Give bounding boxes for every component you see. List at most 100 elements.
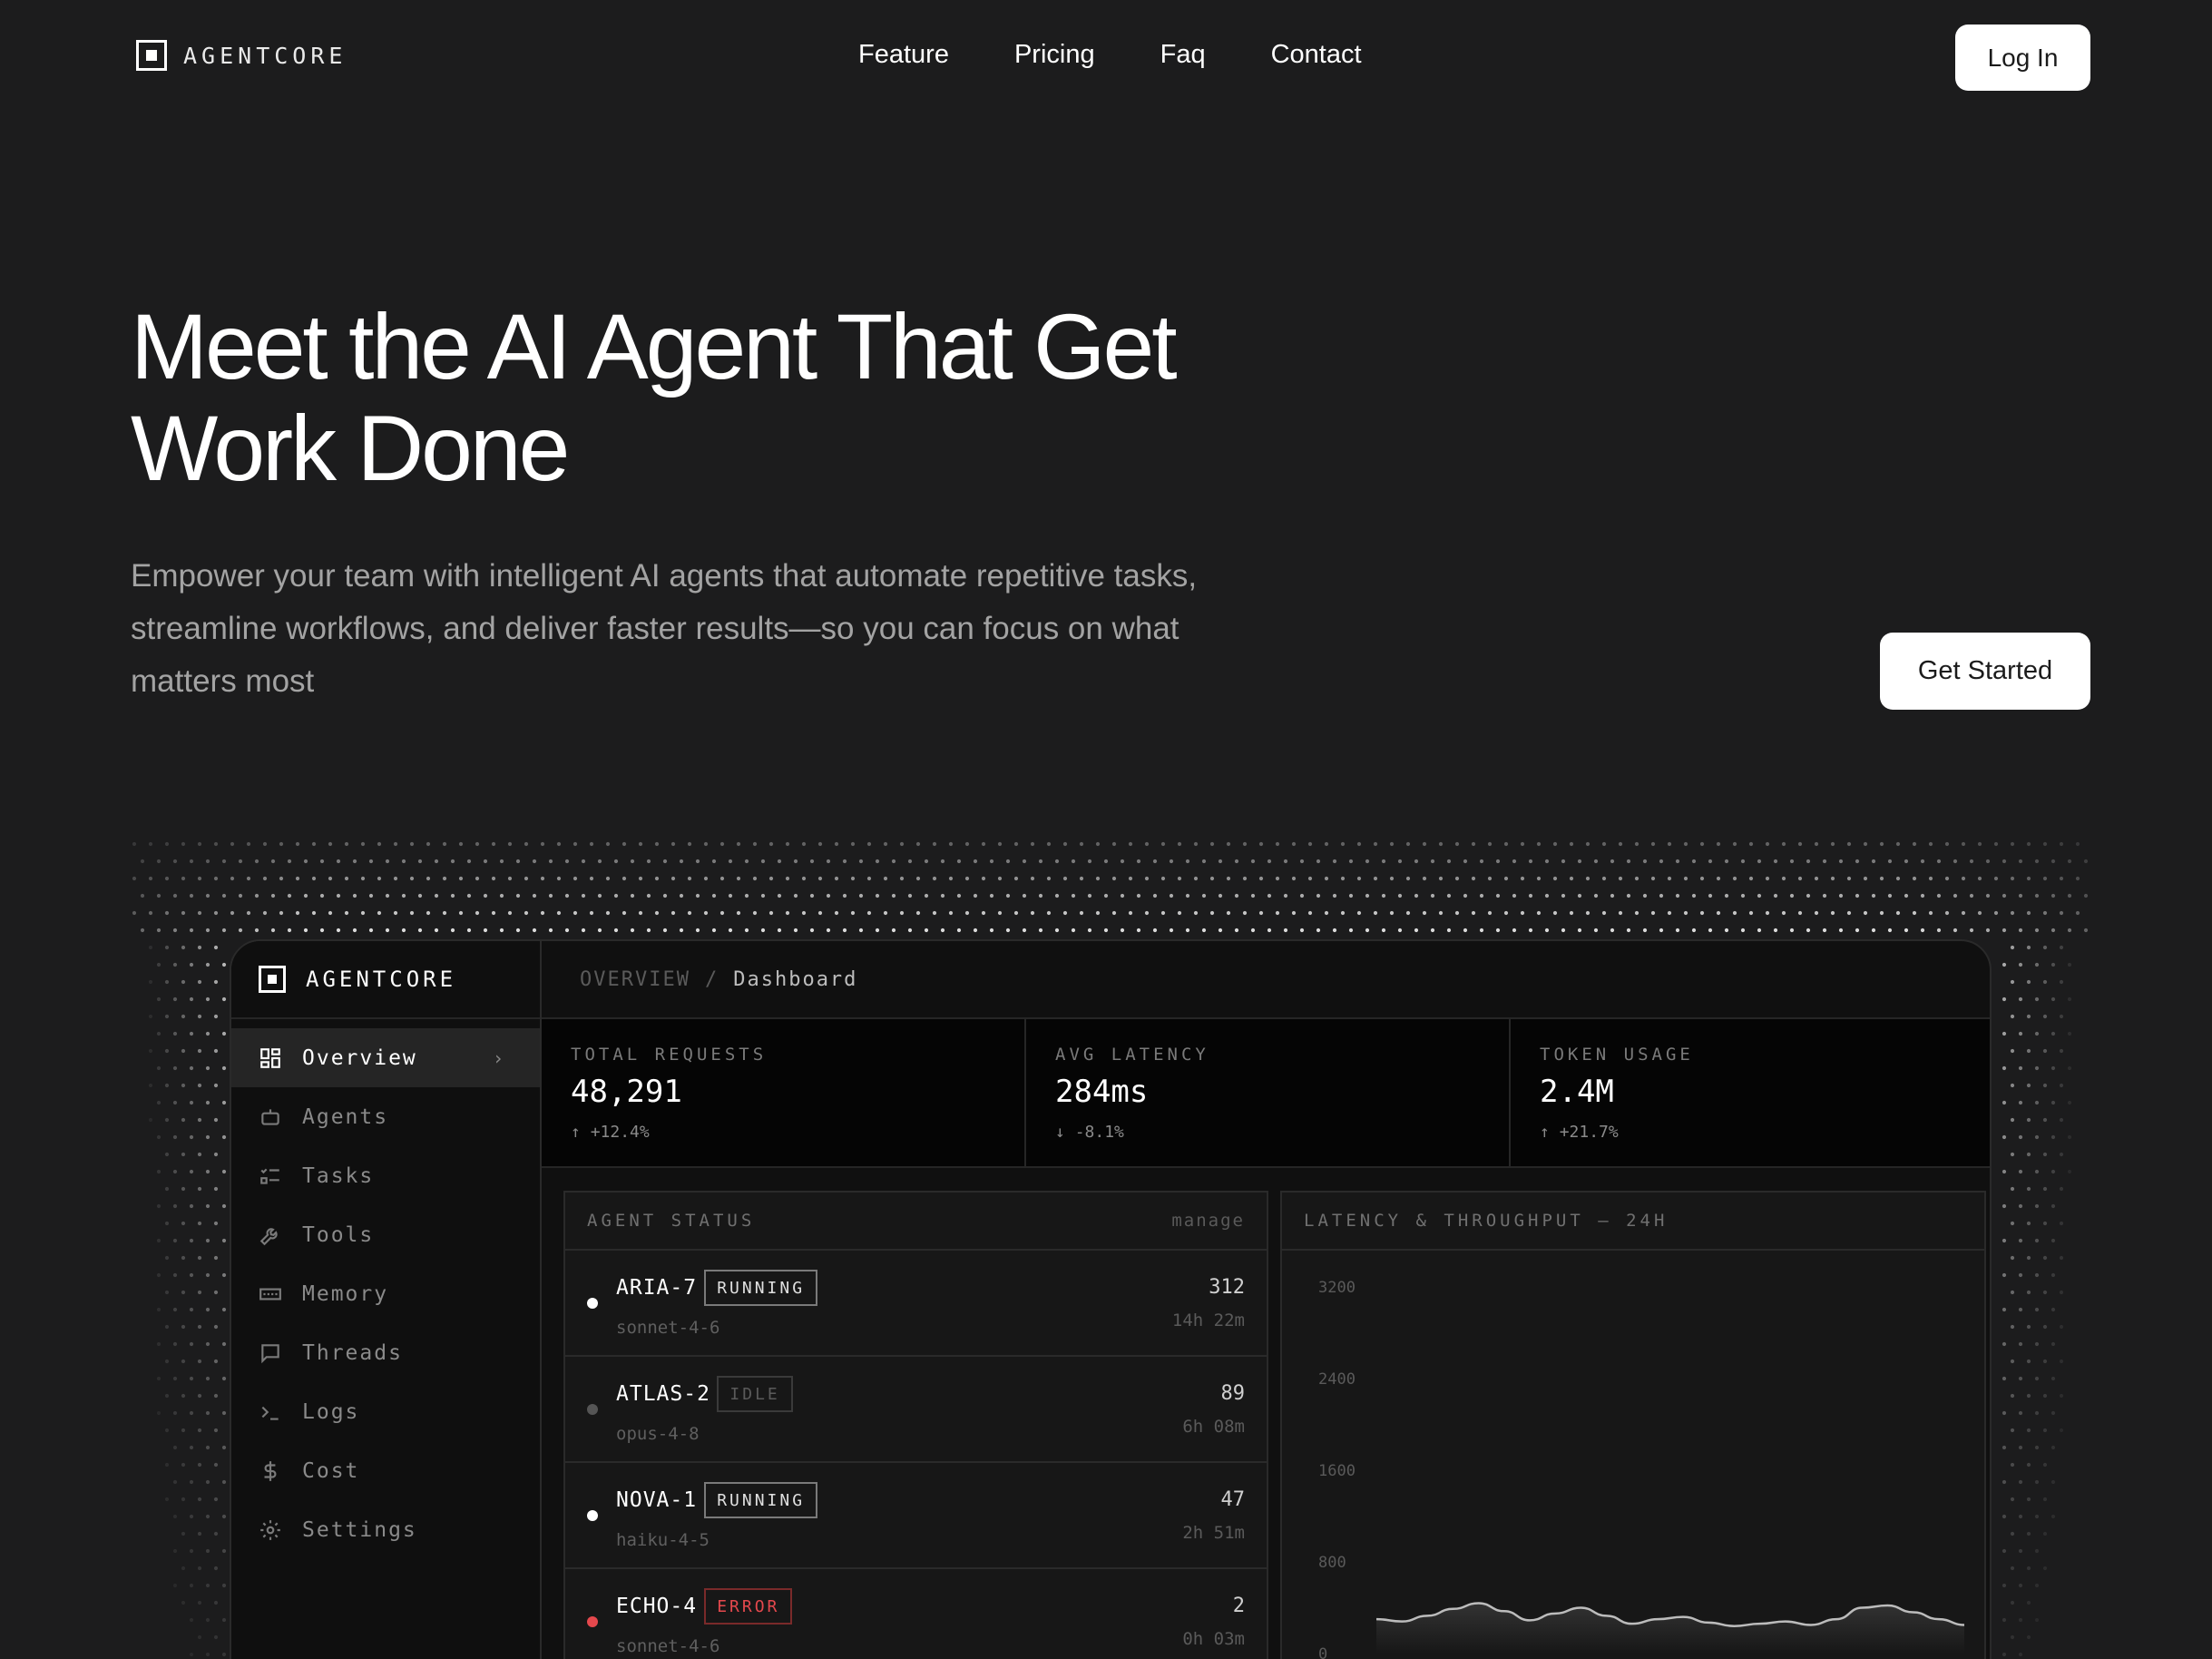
stat-value: 284ms <box>1055 1074 1149 1110</box>
arrow-up-icon: ↑ <box>571 1123 581 1142</box>
agent-model: opus-4-8 <box>616 1424 700 1444</box>
agent-task-count: 47 <box>1220 1488 1246 1511</box>
sidebar-item-cost[interactable]: Cost <box>231 1441 540 1500</box>
sidebar-item-threads[interactable]: Threads <box>231 1323 540 1382</box>
agent-model: sonnet-4-6 <box>616 1318 720 1338</box>
status-badge: ERROR <box>704 1588 793 1625</box>
login-button[interactable]: Log In <box>1955 25 2090 91</box>
breadcrumb-current: Dashboard <box>733 967 858 991</box>
agent-row[interactable]: ATLAS-2 IDLE opus-4-8 89 6h 08m <box>565 1357 1267 1463</box>
terminal-icon <box>261 1406 279 1420</box>
agent-model: haiku-4-5 <box>616 1530 710 1550</box>
sidebar-item-logs[interactable]: Logs <box>231 1382 540 1441</box>
agent-row[interactable]: NOVA-1 RUNNING haiku-4-5 47 2h 51m <box>565 1463 1267 1569</box>
stat-delta-value: -8.1% <box>1074 1123 1124 1142</box>
status-dot-icon <box>587 1616 598 1627</box>
nav-links: Feature Pricing Faq Contact <box>858 40 1362 70</box>
status-dot-icon <box>587 1404 598 1415</box>
y-tick-label: 2400 <box>1318 1370 1356 1389</box>
stat-value: 2.4M <box>1540 1074 1614 1110</box>
latency-throughput-chart: 3200 2400 1600 800 0 <box>1318 1279 1965 1659</box>
brand-logo[interactable]: AGENTCORE <box>136 40 347 71</box>
stat-delta: ↓ -8.1% <box>1055 1123 1509 1142</box>
dollar-icon <box>264 1460 277 1481</box>
sidebar-item-label: Logs <box>302 1399 360 1424</box>
agent-model: sonnet-4-6 <box>616 1636 720 1656</box>
gear-icon <box>260 1519 280 1540</box>
dashboard-preview: AGENTCORE Overview › Agents Tasks Tools … <box>230 939 1992 1659</box>
agent-task-count: 2 <box>1232 1595 1245 1617</box>
sidebar-item-overview[interactable]: Overview › <box>231 1028 540 1087</box>
panel-header: LATENCY & THROUGHPUT — 24H <box>1282 1193 1984 1251</box>
sidebar-item-label: Tools <box>302 1222 375 1247</box>
top-nav: AGENTCORE Feature Pricing Faq Contact Lo… <box>0 0 2212 114</box>
y-tick-label: 3200 <box>1318 1279 1356 1297</box>
agent-list: ARIA-7 RUNNING sonnet-4-6 312 14h 22m ATLAS-2… <box>565 1251 1267 1659</box>
agent-uptime: 14h 22m <box>1171 1311 1245 1330</box>
stat-delta: ↑ +21.7% <box>1540 1123 1990 1142</box>
sidebar-item-label: Agents <box>302 1104 389 1129</box>
agent-status-panel: AGENT STATUS manage ARIA-7 RUNNING sonnet-… <box>563 1191 1268 1659</box>
agent-uptime: 0h 03m <box>1182 1629 1245 1649</box>
get-started-button[interactable]: Get Started <box>1880 633 2090 710</box>
stat-label: TOKEN USAGE <box>1540 1045 1694 1065</box>
y-tick-label: 1600 <box>1318 1462 1356 1480</box>
breadcrumb-separator: / <box>704 967 719 991</box>
sidebar-item-label: Cost <box>302 1458 360 1483</box>
agent-row[interactable]: ECHO-4 ERROR sonnet-4-6 2 0h 03m <box>565 1569 1267 1659</box>
dashboard-main: OVERVIEW / Dashboard TOTAL REQUESTS 48,2… <box>542 941 1990 1659</box>
agent-row[interactable]: ARIA-7 RUNNING sonnet-4-6 312 14h 22m <box>565 1251 1267 1357</box>
sidebar-item-label: Threads <box>302 1340 403 1365</box>
agent-name: ECHO-4 <box>616 1595 698 1618</box>
chat-bubble-icon <box>261 1343 279 1363</box>
sidebar-item-memory[interactable]: Memory <box>231 1264 540 1323</box>
robot-icon <box>261 1108 279 1125</box>
wrench-icon <box>259 1227 278 1245</box>
agent-uptime: 6h 08m <box>1182 1417 1245 1437</box>
logo-square-icon <box>259 966 286 993</box>
status-badge: RUNNING <box>704 1270 818 1306</box>
nav-link-contact[interactable]: Contact <box>1271 40 1362 70</box>
breadcrumb-section[interactable]: OVERVIEW <box>580 968 690 991</box>
chevron-right-icon: › <box>492 1046 505 1069</box>
hero-title-line-2: Work Done <box>131 397 570 500</box>
y-tick-label: 0 <box>1318 1645 1327 1659</box>
stat-label: AVG LATENCY <box>1055 1045 1209 1065</box>
series-area <box>1376 1603 1964 1654</box>
breadcrumb: OVERVIEW / Dashboard <box>542 941 1990 1019</box>
arrow-down-icon: ↓ <box>1055 1123 1065 1142</box>
nav-link-pricing[interactable]: Pricing <box>1014 40 1095 70</box>
sidebar-item-label: Tasks <box>302 1163 375 1188</box>
sidebar-brand[interactable]: AGENTCORE <box>231 941 540 1019</box>
agent-name: ATLAS-2 <box>616 1382 710 1406</box>
memory-chip-icon <box>259 1288 281 1300</box>
latency-chart-panel: LATENCY & THROUGHPUT — 24H 3200 2400 1600 8… <box>1280 1191 1986 1659</box>
sidebar-item-label: Settings <box>302 1517 417 1542</box>
nav-link-faq[interactable]: Faq <box>1160 40 1206 70</box>
agent-task-count: 312 <box>1209 1276 1245 1299</box>
sidebar-item-tasks[interactable]: Tasks <box>231 1146 540 1205</box>
hero-title: Meet the AI Agent That Get Work Done <box>131 296 1310 499</box>
stats-row: TOTAL REQUESTS 48,291 ↑ +12.4% AVG LATEN… <box>542 1019 1990 1168</box>
agent-task-count: 89 <box>1220 1382 1246 1405</box>
status-badge: RUNNING <box>704 1482 818 1518</box>
sidebar-item-label: Overview <box>302 1045 417 1070</box>
brand-name: AGENTCORE <box>183 42 347 69</box>
manage-link[interactable]: manage <box>1171 1211 1245 1231</box>
logo-square-icon <box>136 40 167 71</box>
sidebar-item-settings[interactable]: Settings <box>231 1500 540 1559</box>
agent-uptime: 2h 51m <box>1182 1523 1245 1543</box>
sidebar-item-label: Memory <box>302 1281 389 1306</box>
sidebar-brand-name: AGENTCORE <box>306 967 457 992</box>
stat-token-usage: TOKEN USAGE 2.4M ↑ +21.7% <box>1511 1019 1990 1166</box>
stat-delta-value: +21.7% <box>1559 1123 1619 1142</box>
panel-header: AGENT STATUS manage <box>565 1193 1267 1251</box>
sidebar-item-agents[interactable]: Agents <box>231 1087 540 1146</box>
stat-label: TOTAL REQUESTS <box>571 1045 768 1065</box>
status-dot-icon <box>587 1298 598 1309</box>
arrow-up-icon: ↑ <box>1540 1123 1550 1142</box>
sidebar: AGENTCORE Overview › Agents Tasks Tools … <box>231 941 542 1659</box>
hero-subtitle: Empower your team with intelligent AI ag… <box>131 558 1198 699</box>
nav-link-feature[interactable]: Feature <box>858 40 949 70</box>
sidebar-item-tools[interactable]: Tools <box>231 1205 540 1264</box>
